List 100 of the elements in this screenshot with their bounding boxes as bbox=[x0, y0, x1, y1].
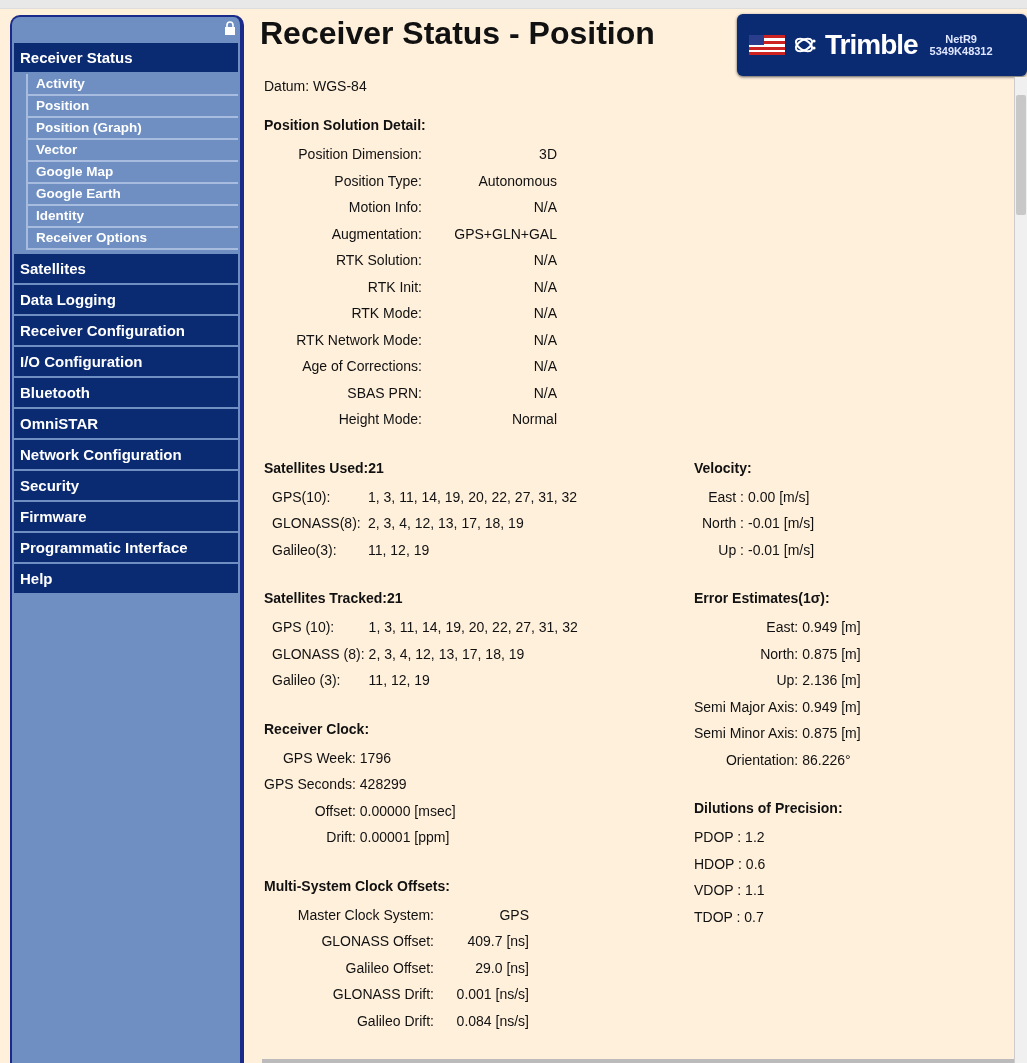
field-value: 2, 3, 4, 12, 13, 17, 18, 19 bbox=[368, 514, 525, 533]
field-value: Normal bbox=[510, 410, 557, 429]
field-label: RTK Init: bbox=[366, 277, 422, 297]
field-value: N/A bbox=[532, 304, 557, 323]
field-value: 428299 bbox=[359, 775, 408, 794]
field-label: Height Mode: bbox=[337, 410, 422, 429]
field-label: Galileo Offset: bbox=[344, 958, 434, 978]
section-heading: Velocity: bbox=[694, 459, 753, 478]
serial-number: 5349K48312 bbox=[929, 45, 993, 57]
field-value: -0.01 [m/s] bbox=[748, 540, 816, 560]
field-value: GPS+GLN+GAL bbox=[453, 224, 557, 244]
nav-item[interactable]: Bluetooth bbox=[14, 378, 238, 409]
field-label: Up: bbox=[775, 671, 799, 690]
model-name: NetR9 bbox=[945, 33, 977, 45]
field-label: Master Clock System: bbox=[296, 905, 434, 925]
field-value: 1, 3, 11, 14, 19, 20, 22, 27, 31, 32 bbox=[368, 618, 579, 637]
field-value: 0.084 [ns/s] bbox=[455, 1011, 529, 1031]
nav-item[interactable]: OmniSTAR bbox=[14, 409, 238, 440]
field-value: 2, 3, 4, 12, 13, 17, 18, 19 bbox=[368, 644, 526, 664]
nav-item[interactable]: Help bbox=[14, 564, 238, 595]
field-value: HDOP : 0.6 bbox=[694, 854, 767, 874]
nav-item[interactable]: Security bbox=[14, 471, 238, 502]
field-value: N/A bbox=[532, 198, 557, 217]
field-label: Orientation: bbox=[724, 750, 799, 770]
nav-item[interactable]: Satellites bbox=[14, 254, 238, 285]
nav-item[interactable]: Receiver Configuration bbox=[14, 316, 238, 347]
field-value: 11, 12, 19 bbox=[368, 671, 431, 690]
datum-text: Datum: WGS-84 bbox=[264, 78, 367, 94]
field-label: RTK Solution: bbox=[334, 251, 422, 270]
flag-icon bbox=[749, 35, 785, 55]
brand-name: Trimble bbox=[825, 29, 918, 61]
field-label: GPS Week: bbox=[281, 748, 356, 768]
field-label: GLONASS Drift: bbox=[331, 985, 434, 1004]
field-label: Galileo(3): bbox=[272, 540, 338, 560]
field-value: 11, 12, 19 bbox=[368, 540, 431, 560]
field-label: GPS(10): bbox=[272, 487, 332, 507]
section-heading: Multi-System Clock Offsets: bbox=[264, 877, 451, 896]
field-label: Position Dimension: bbox=[297, 145, 422, 164]
nav-item[interactable]: Programmatic Interface bbox=[14, 533, 238, 564]
field-value: N/A bbox=[532, 330, 557, 350]
field-label: Position Type: bbox=[333, 171, 422, 191]
nav-item[interactable]: I/O Configuration bbox=[14, 347, 238, 378]
field-value: 1796 bbox=[359, 748, 392, 768]
field-value: N/A bbox=[532, 277, 557, 297]
field-value: VDOP : 1.1 bbox=[694, 881, 766, 900]
nav-item[interactable]: Firmware bbox=[14, 502, 238, 533]
field-label: Augmentation: bbox=[330, 224, 422, 244]
field-label: RTK Network Mode: bbox=[295, 330, 422, 350]
field-label: North: bbox=[759, 644, 799, 664]
field-value: 0.00000 [msec] bbox=[359, 801, 456, 821]
field-label: Age of Corrections: bbox=[301, 357, 422, 376]
field-label: Up : bbox=[717, 540, 744, 560]
field-value: 86.226° bbox=[802, 750, 852, 770]
nav-item[interactable]: Network Configuration bbox=[14, 440, 238, 471]
lock-icon[interactable] bbox=[224, 21, 236, 35]
field-value: GPS bbox=[498, 905, 529, 925]
field-value: TDOP : 0.7 bbox=[694, 907, 765, 927]
field-label: Semi Major Axis: bbox=[694, 697, 799, 717]
field-value: N/A bbox=[532, 251, 557, 270]
field-label: Drift: bbox=[325, 828, 356, 847]
field-value: N/A bbox=[532, 357, 557, 376]
section-heading: Position Solution Detail: bbox=[264, 117, 427, 135]
field-value: 0.875 [m] bbox=[802, 724, 861, 743]
field-label: Galileo Drift: bbox=[355, 1011, 434, 1031]
scrollbar[interactable] bbox=[1014, 77, 1027, 1063]
field-value: 0.00 [m/s] bbox=[748, 487, 811, 507]
field-label: Offset: bbox=[313, 801, 356, 821]
field-label: Motion Info: bbox=[347, 198, 422, 217]
field-value: 0.875 [m] bbox=[802, 644, 861, 664]
field-value: 1, 3, 11, 14, 19, 20, 22, 27, 31, 32 bbox=[368, 487, 579, 507]
field-value: 0.001 [ns/s] bbox=[455, 985, 529, 1004]
field-label: GPS Seconds: bbox=[264, 775, 356, 794]
field-label: Galileo (3): bbox=[272, 671, 342, 690]
field-value: 0.00001 [ppm] bbox=[359, 828, 451, 847]
field-value: 2.136 [m] bbox=[802, 671, 861, 690]
nav-item[interactable]: Receiver Status bbox=[14, 43, 238, 74]
field-value: -0.01 [m/s] bbox=[748, 514, 816, 533]
nav-item[interactable]: Data Logging bbox=[14, 285, 238, 316]
field-value: Autonomous bbox=[477, 171, 557, 191]
field-label: GLONASS (8): bbox=[272, 644, 365, 664]
section-heading: Dilutions of Precision: bbox=[694, 800, 844, 818]
section-heading: Satellites Tracked:21 bbox=[264, 590, 404, 608]
field-value: 0.949 [m] bbox=[802, 697, 861, 717]
field-value: 0.949 [m] bbox=[802, 618, 861, 637]
field-value: 3D bbox=[538, 145, 557, 164]
section-heading: Satellites Used:21 bbox=[264, 459, 385, 478]
section-heading: Receiver Clock: bbox=[264, 720, 371, 739]
field-label: Semi Minor Axis: bbox=[694, 724, 799, 743]
field-value: 409.7 [ns] bbox=[466, 932, 529, 951]
field-value: N/A bbox=[532, 383, 557, 403]
field-label: East: bbox=[765, 618, 799, 637]
field-label: GLONASS Offset: bbox=[320, 932, 434, 951]
field-label: GLONASS(8): bbox=[272, 514, 362, 533]
field-label: North : bbox=[701, 514, 744, 533]
field-value: 29.0 [ns] bbox=[474, 958, 529, 978]
field-label: RTK Mode: bbox=[350, 304, 422, 323]
field-label: East : bbox=[707, 487, 744, 507]
page-title: Receiver Status - Position bbox=[260, 15, 655, 52]
field-value: PDOP : 1.2 bbox=[694, 828, 766, 847]
field-label: GPS (10): bbox=[272, 618, 336, 637]
